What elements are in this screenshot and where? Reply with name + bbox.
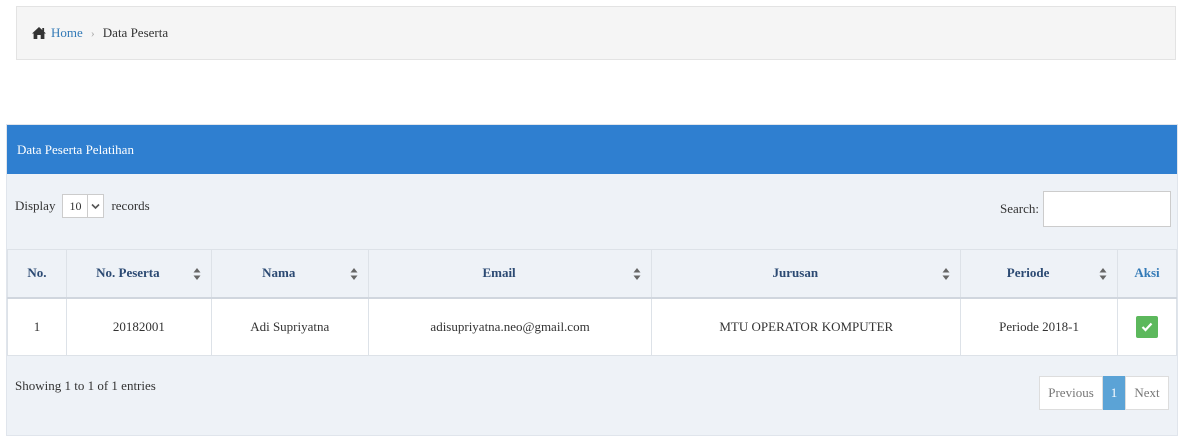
column-header-label: Nama xyxy=(262,265,296,281)
table-header-row: No. No. Peserta Nama Email Jurusan Perio… xyxy=(7,249,1178,299)
breadcrumb: Home › Data Peserta xyxy=(16,6,1176,60)
entries-info: Showing 1 to 1 of 1 entries xyxy=(15,378,156,393)
display-control: Display 10 records xyxy=(15,194,150,218)
search-label: Search: xyxy=(1000,201,1039,216)
records-per-page-select[interactable]: 10 xyxy=(62,194,105,218)
check-icon xyxy=(1141,322,1153,332)
cell-periode: Periode 2018-1 xyxy=(960,297,1118,356)
chevron-down-icon xyxy=(87,195,103,217)
search-input[interactable] xyxy=(1043,191,1171,227)
breadcrumb-separator: › xyxy=(90,25,95,40)
column-header-nama[interactable]: Nama xyxy=(210,249,369,299)
pagination: Previous 1 Next xyxy=(1039,376,1169,410)
cell-aksi xyxy=(1116,297,1178,356)
table-toolbar: Display 10 records Search: xyxy=(7,174,1177,249)
column-header-aksi: Aksi xyxy=(1116,249,1178,299)
column-header-label: Email xyxy=(482,265,516,281)
breadcrumb-current: Data Peserta xyxy=(102,25,169,40)
column-header-label: Periode xyxy=(1006,265,1050,281)
sort-icon xyxy=(942,268,950,280)
cell-email: adisupriyatna.neo@gmail.com xyxy=(367,297,653,356)
records-label: records xyxy=(111,198,150,213)
participants-panel: Data Peserta Pelatihan Display 10 record… xyxy=(6,124,1178,436)
records-per-page-value: 10 xyxy=(69,198,82,213)
cell-jurusan: MTU OPERATOR KOMPUTER xyxy=(651,297,962,356)
participants-table: No. No. Peserta Nama Email Jurusan Perio… xyxy=(7,249,1178,356)
sort-icon xyxy=(1099,268,1107,280)
breadcrumb-home-link[interactable]: Home xyxy=(51,25,83,41)
column-header-label: No. Peserta xyxy=(96,265,160,281)
column-header-email[interactable]: Email xyxy=(367,249,653,299)
column-header-no[interactable]: No. xyxy=(7,249,67,299)
cell-no: 1 xyxy=(7,297,67,356)
approve-button[interactable] xyxy=(1135,315,1158,338)
next-page-button[interactable]: Next xyxy=(1125,376,1169,410)
column-header-periode[interactable]: Periode xyxy=(960,249,1118,299)
table-footer: Showing 1 to 1 of 1 entries Previous 1 N… xyxy=(7,356,1177,416)
cell-no-peserta: 20182001 xyxy=(65,297,212,356)
display-label: Display xyxy=(15,198,56,213)
sort-icon xyxy=(193,268,201,280)
cell-nama: Adi Supriyatna xyxy=(210,297,369,356)
sort-icon xyxy=(350,268,358,280)
sort-icon xyxy=(633,268,641,280)
page-1-button[interactable]: 1 xyxy=(1103,376,1125,410)
home-icon[interactable] xyxy=(31,26,47,40)
search-control: Search: xyxy=(1000,191,1171,227)
column-header-label: Jurusan xyxy=(772,265,819,281)
column-header-jurusan[interactable]: Jurusan xyxy=(651,249,962,299)
panel-title: Data Peserta Pelatihan xyxy=(7,125,1177,174)
previous-page-button[interactable]: Previous xyxy=(1039,376,1103,410)
column-header-no-peserta[interactable]: No. Peserta xyxy=(65,249,212,299)
table-row: 1 20182001 Adi Supriyatna adisupriyatna.… xyxy=(7,297,1178,356)
